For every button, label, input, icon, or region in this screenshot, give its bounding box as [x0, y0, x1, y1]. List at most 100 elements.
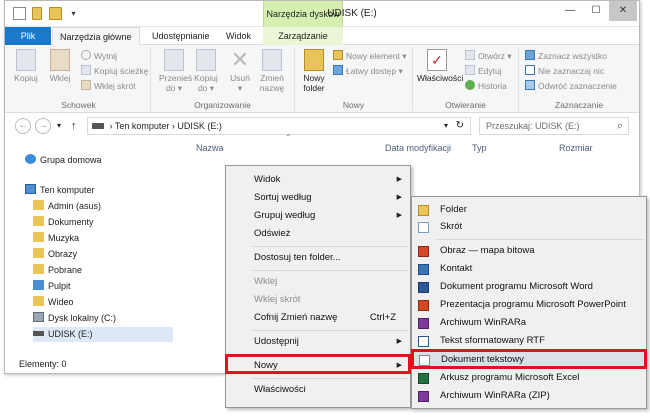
- nav-videos[interactable]: Wideo: [33, 295, 74, 310]
- nav-downloads[interactable]: Pobrane: [33, 263, 82, 278]
- edit-button[interactable]: Edytuj: [465, 65, 502, 78]
- status-element-count: Elementy: 0: [19, 359, 67, 369]
- group-select: Zaznacz wszystko Nie zaznaczaj nic Odwró…: [519, 47, 639, 111]
- tab-manage[interactable]: Zarządzanie: [263, 27, 343, 45]
- menu-item-view[interactable]: Widok ▶: [226, 171, 410, 189]
- close-button[interactable]: ✕: [609, 1, 637, 21]
- nav-local-disk-c[interactable]: Dysk lokalny (C:): [33, 311, 116, 326]
- group-open: ✓ Właściwości Otwórz ▾ Edytuj Historia O…: [413, 47, 519, 111]
- submenu-item-powerpoint[interactable]: Prezentacja programu Microsoft PowerPoin…: [412, 297, 646, 313]
- new-folder-button[interactable]: Nowy folder: [299, 47, 329, 93]
- history-icon: [465, 80, 475, 90]
- powerpoint-icon: [418, 300, 429, 311]
- paste-button[interactable]: Wklej: [45, 47, 75, 83]
- desktop-folder-icon: [33, 280, 44, 290]
- folder-icon: [418, 205, 429, 216]
- select-all-button[interactable]: Zaznacz wszystko: [525, 50, 607, 63]
- menu-item-refresh[interactable]: Odśwież: [226, 225, 410, 243]
- submenu-item-contact[interactable]: Kontakt: [412, 261, 646, 277]
- column-header-name[interactable]: Nazwa: [196, 141, 224, 155]
- menu-item-paste[interactable]: Wklej: [226, 273, 410, 291]
- submenu-item-shortcut[interactable]: Skrót: [412, 219, 646, 235]
- usb-drive-icon: [33, 331, 44, 336]
- submenu-arrow-icon: ▶: [396, 194, 402, 201]
- menu-item-paste-shortcut[interactable]: Wklej skrót: [226, 291, 410, 309]
- user-folder-icon: [33, 200, 44, 210]
- back-arrow-icon[interactable]: ←: [15, 118, 31, 134]
- nav-desktop[interactable]: Pulpit: [33, 279, 71, 294]
- submenu-item-winrar-zip[interactable]: Archiwum WinRARa (ZIP): [412, 388, 646, 404]
- menu-item-share[interactable]: Udostępnij ▶: [226, 333, 410, 351]
- submenu-item-rtf[interactable]: Tekst sformatowany RTF: [412, 333, 646, 349]
- group-new: Nowy folder Nowy element ▾ Łatwy dostęp ▾…: [295, 47, 413, 111]
- tab-share[interactable]: Udostępnianie: [145, 27, 217, 45]
- nav-documents[interactable]: Dokumenty: [33, 215, 94, 230]
- window-title: UDISK (E:): [327, 8, 377, 19]
- rename-button[interactable]: Zmień nazwę: [257, 47, 287, 93]
- word-icon: [418, 282, 429, 293]
- breadcrumb-udisk[interactable]: UDISK (E:): [177, 121, 222, 131]
- submenu-item-folder[interactable]: Folder: [412, 202, 646, 218]
- address-dropdown-chevron-icon[interactable]: ▾: [444, 118, 448, 134]
- menu-separator: [252, 270, 408, 271]
- submenu-arrow-icon: ▶: [396, 212, 402, 219]
- open-button[interactable]: Otwórz ▾: [465, 50, 512, 63]
- easy-access-button[interactable]: Łatwy dostęp ▾: [333, 65, 403, 78]
- recent-locations-chevron-icon[interactable]: ▾: [57, 118, 61, 134]
- new-item-button[interactable]: Nowy element ▾: [333, 50, 406, 63]
- column-header-size[interactable]: Rozmiar: [559, 141, 593, 155]
- breadcrumb-this-pc[interactable]: Ten komputer: [115, 121, 170, 131]
- select-none-button[interactable]: Nie zaznaczaj nic: [525, 65, 604, 78]
- column-header-date[interactable]: Data modyfikacji: [385, 141, 451, 155]
- nav-pictures[interactable]: Obrazy: [33, 247, 77, 262]
- new-submenu: Folder Skrót Obraz — mapa bitowa Kontakt…: [411, 196, 647, 409]
- nav-admin[interactable]: Admin (asus): [33, 199, 101, 214]
- submenu-item-bitmap[interactable]: Obraz — mapa bitowa: [412, 243, 646, 259]
- tab-home[interactable]: Narzędzia główne: [52, 27, 140, 46]
- invert-selection-icon: [525, 80, 535, 90]
- paste-shortcut-button[interactable]: Wklej skrót: [81, 80, 136, 93]
- cut-button[interactable]: Wytnij: [81, 50, 117, 63]
- invert-selection-button[interactable]: Odwróć zaznaczenie: [525, 80, 617, 93]
- nav-udisk-e[interactable]: UDISK (E:): [33, 327, 173, 342]
- search-icon[interactable]: ⌕: [617, 118, 623, 134]
- history-button[interactable]: Historia: [465, 80, 507, 93]
- search-input[interactable]: Przeszukaj: UDISK (E:) ⌕: [479, 117, 629, 135]
- breadcrumb-separator: ›: [109, 121, 113, 131]
- tab-view[interactable]: Widok: [219, 27, 258, 45]
- maximize-button[interactable]: ☐: [583, 1, 609, 21]
- group-label-clipboard: Schowek: [61, 100, 96, 110]
- paste-shortcut-icon: [81, 80, 91, 90]
- nav-homegroup[interactable]: Grupa domowa: [25, 153, 102, 168]
- copy-to-button[interactable]: Kopiuj do ▾: [191, 47, 221, 93]
- submenu-item-winrar[interactable]: Archiwum WinRARa: [412, 315, 646, 331]
- refresh-icon[interactable]: ↻: [456, 118, 464, 134]
- nav-music[interactable]: Muzyka: [33, 231, 79, 246]
- menu-separator: [436, 239, 644, 240]
- menu-item-sort-by[interactable]: Sortuj według ▶: [226, 189, 410, 207]
- properties-button[interactable]: ✓ Właściwości: [417, 47, 463, 83]
- tab-file[interactable]: Plik: [5, 27, 51, 45]
- minimize-button[interactable]: —: [557, 1, 583, 21]
- menu-item-group-by[interactable]: Grupuj według ▶: [226, 207, 410, 225]
- submenu-item-word-document[interactable]: Dokument programu Microsoft Word: [412, 279, 646, 295]
- submenu-item-excel[interactable]: Arkusz programu Microsoft Excel: [412, 370, 646, 386]
- menu-separator: [252, 330, 408, 331]
- up-arrow-icon[interactable]: ↑: [71, 118, 77, 134]
- forward-arrow-icon[interactable]: →: [35, 118, 51, 134]
- column-header-type[interactable]: Typ: [472, 141, 487, 155]
- new-item-icon: [333, 50, 343, 60]
- nav-this-pc[interactable]: Ten komputer: [25, 183, 95, 198]
- select-none-icon: [525, 65, 535, 75]
- move-to-button[interactable]: Przenieś do ▾: [159, 47, 192, 93]
- menu-separator: [252, 378, 408, 379]
- undo-shortcut: Ctrl+Z: [369, 312, 396, 323]
- copy-path-button[interactable]: Kopiuj ścieżkę: [81, 65, 148, 78]
- address-bar[interactable]: › Ten komputer › UDISK (E:) ▾ ↻: [87, 117, 471, 135]
- copy-button[interactable]: Kopiuj: [11, 47, 41, 83]
- delete-button[interactable]: ✕ Usuń ▾: [225, 47, 255, 94]
- documents-folder-icon: [33, 216, 44, 226]
- menu-item-undo-rename[interactable]: Cofnij Zmień nazwę Ctrl+Z: [226, 309, 410, 327]
- menu-item-customize-folder[interactable]: Dostosuj ten folder...: [226, 249, 410, 267]
- menu-item-properties[interactable]: Właściwości: [226, 381, 410, 399]
